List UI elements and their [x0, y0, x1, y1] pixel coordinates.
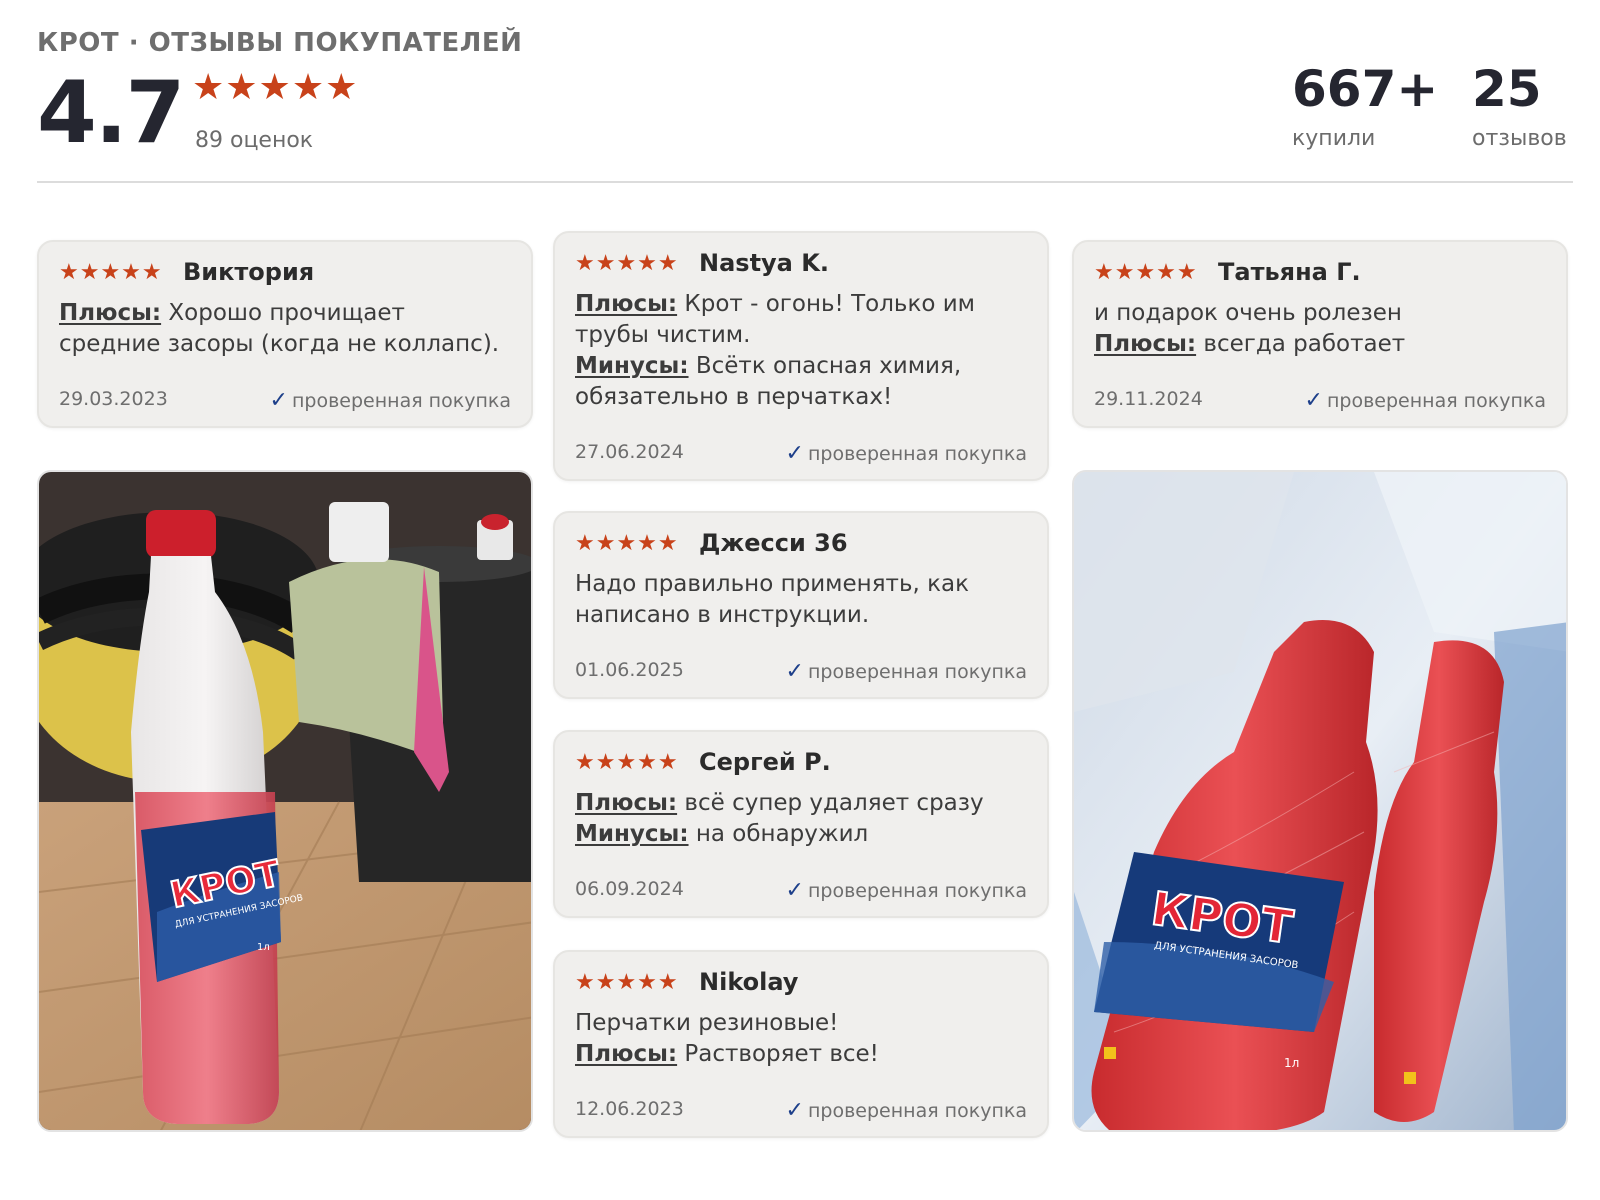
review-card[interactable]: ★★★★★ Татьяна Г. и подарок очень ролезен… [1072, 240, 1568, 428]
cons-label: Минусы: [575, 821, 689, 847]
cons-label: Минусы: [575, 353, 689, 379]
verified-badge: ✓ проверенная покупка [786, 1098, 1027, 1123]
review-date: 12.06.2023 [575, 1098, 684, 1120]
review-stars-icon: ★★★★★ [575, 251, 679, 276]
review-date: 27.06.2024 [575, 441, 684, 463]
review-text: Плюсы: Хорошо прочищает средние засоры (… [59, 298, 509, 360]
bought-label: купили [1292, 126, 1376, 151]
checkmark-icon: ✓ [1304, 388, 1323, 413]
review-author: Татьяна Г. [1218, 258, 1361, 286]
pros-text: всегда работает [1196, 331, 1406, 357]
average-rating: 4.7 [37, 63, 185, 163]
review-stars-icon: ★★★★★ [1094, 260, 1198, 285]
verified-badge: ✓ проверенная покупка [786, 659, 1027, 684]
review-card[interactable]: ★★★★★ Nikolay Перчатки резиновые! Плюсы:… [553, 950, 1049, 1138]
page-title: КРОТ · ОТЗЫВЫ ПОКУПАТЕЛЕЙ [37, 28, 523, 58]
checkmark-icon: ✓ [785, 441, 804, 466]
review-date: 01.06.2025 [575, 659, 684, 681]
review-text: и подарок очень ролезен Плюсы: всегда ра… [1094, 298, 1544, 360]
stat-reviews: 25 отзывов [1472, 64, 1567, 151]
review-stars-icon: ★★★★★ [575, 531, 679, 556]
photo-bottle-kitchen: КРОТ ДЛЯ УСТРАНЕНИЯ ЗАСОРОВ 1л [39, 472, 531, 1130]
review-footer: 29.11.2024 ✓ проверенная покупка [1094, 388, 1546, 413]
review-date: 06.09.2024 [575, 878, 684, 900]
verified-label: проверенная покупка [807, 661, 1027, 683]
checkmark-icon: ✓ [785, 878, 804, 903]
review-photo-right[interactable]: КРОТ ДЛЯ УСТРАНЕНИЯ ЗАСОРОВ 1л [1072, 470, 1568, 1132]
reviews-header: КРОТ · ОТЗЫВЫ ПОКУПАТЕЛЕЙ 4.7 ★★★★★ 89 о… [37, 22, 1573, 182]
verified-label: проверенная покупка [807, 880, 1027, 902]
review-author: Джесси 36 [699, 529, 848, 557]
comment-text: Надо правильно применять, как написано в… [575, 571, 969, 628]
review-text: Плюсы: Крот - огонь! Только им трубы чис… [575, 289, 1025, 413]
verified-label: проверенная покупка [1326, 390, 1546, 412]
review-footer: 27.06.2024 ✓ проверенная покупка [575, 441, 1027, 466]
review-author: Сергей Р. [699, 748, 831, 776]
cons-text: на обнаружил [688, 821, 869, 847]
review-card[interactable]: ★★★★★ Виктория Плюсы: Хорошо прочищает с… [37, 240, 533, 428]
stat-bought: 667+ купили [1292, 64, 1438, 151]
review-photo-left[interactable]: КРОТ ДЛЯ УСТРАНЕНИЯ ЗАСОРОВ 1л [37, 470, 533, 1132]
review-date: 29.11.2024 [1094, 388, 1203, 410]
review-footer: 06.09.2024 ✓ проверенная покупка [575, 878, 1027, 903]
verified-label: проверенная покупка [807, 443, 1027, 465]
verified-label: проверенная покупка [291, 390, 511, 412]
bottle-volume-text: 1л [257, 942, 270, 953]
review-footer: 12.06.2023 ✓ проверенная покупка [575, 1098, 1027, 1123]
review-author: Nikolay [699, 968, 799, 996]
verified-badge: ✓ проверенная покупка [1305, 388, 1546, 413]
checkmark-icon: ✓ [269, 388, 288, 413]
review-card[interactable]: ★★★★★ Сергей Р. Плюсы: всё супер удаляет… [553, 730, 1049, 918]
reviews-count: 25 [1472, 60, 1542, 118]
review-footer: 29.03.2023 ✓ проверенная покупка [59, 388, 511, 413]
review-stars-icon: ★★★★★ [59, 260, 163, 285]
reviews-label: отзывов [1472, 126, 1567, 151]
checkmark-icon: ✓ [785, 659, 804, 684]
rating-stars-icon: ★★★★★ [192, 67, 359, 108]
photo-bottles-package: КРОТ ДЛЯ УСТРАНЕНИЯ ЗАСОРОВ 1л [1074, 472, 1566, 1130]
review-stars-icon: ★★★★★ [575, 970, 679, 995]
verified-badge: ✓ проверенная покупка [270, 388, 511, 413]
verified-label: проверенная покупка [807, 1100, 1027, 1122]
comment-text: Перчатки резиновые! [575, 1010, 839, 1036]
review-text: Плюсы: всё супер удаляет сразу Минусы: н… [575, 788, 1025, 850]
pros-label: Плюсы: [59, 300, 162, 326]
review-stars-icon: ★★★★★ [575, 750, 679, 775]
pros-label: Плюсы: [575, 1041, 678, 1067]
comment-text: и подарок очень ролезен [1094, 300, 1402, 326]
pros-text: всё супер удаляет сразу [677, 790, 984, 816]
checkmark-icon: ✓ [785, 1098, 804, 1123]
pros-label: Плюсы: [575, 790, 678, 816]
verified-badge: ✓ проверенная покупка [786, 441, 1027, 466]
review-author: Nastya K. [699, 249, 829, 277]
pros-text: Растворяет все! [677, 1041, 879, 1067]
review-author: Виктория [183, 258, 315, 286]
header-divider [37, 181, 1573, 183]
bottle-volume-text: 1л [1284, 1056, 1299, 1070]
review-date: 29.03.2023 [59, 388, 168, 410]
review-card[interactable]: ★★★★★ Nastya K. Плюсы: Крот - огонь! Тол… [553, 231, 1049, 481]
pros-label: Плюсы: [575, 291, 678, 317]
review-footer: 01.06.2025 ✓ проверенная покупка [575, 659, 1027, 684]
review-text: Надо правильно применять, как написано в… [575, 569, 1025, 631]
verified-badge: ✓ проверенная покупка [786, 878, 1027, 903]
review-card[interactable]: ★★★★★ Джесси 36 Надо правильно применять… [553, 511, 1049, 699]
review-text: Перчатки резиновые! Плюсы: Растворяет вс… [575, 1008, 1025, 1070]
pros-label: Плюсы: [1094, 331, 1197, 357]
bought-count: 667+ [1292, 60, 1439, 118]
rating-count: 89 оценок [195, 128, 314, 153]
